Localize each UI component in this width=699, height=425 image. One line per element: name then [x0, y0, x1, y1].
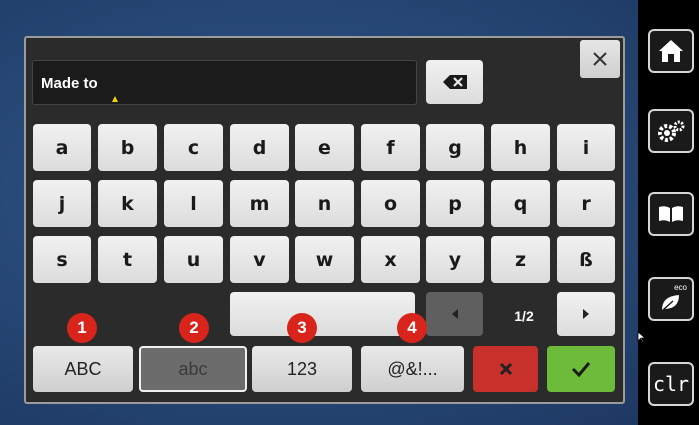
- cancel-button[interactable]: [473, 346, 538, 392]
- key-d[interactable]: d: [230, 124, 289, 171]
- settings-button[interactable]: [648, 109, 694, 153]
- clear-label: clr: [652, 372, 690, 396]
- key-w[interactable]: w: [295, 236, 354, 283]
- key-s[interactable]: s: [33, 236, 91, 283]
- badge-3: 3: [287, 313, 317, 343]
- key-u[interactable]: u: [164, 236, 223, 283]
- help-button[interactable]: [648, 192, 694, 236]
- eco-button[interactable]: eco: [648, 277, 694, 321]
- key-eszett[interactable]: ß: [557, 236, 615, 283]
- key-j[interactable]: j: [33, 180, 91, 227]
- sidebar: eco clr: [638, 0, 699, 425]
- mouse-pointer-icon: [637, 331, 646, 343]
- mode-symbols-button[interactable]: @&!...: [361, 346, 464, 392]
- arrow-right-icon: [583, 309, 589, 319]
- key-v[interactable]: v: [230, 236, 289, 283]
- home-icon: [659, 40, 683, 62]
- arrow-left-icon: [451, 309, 458, 319]
- badge-4: 4: [397, 313, 427, 343]
- next-page-button[interactable]: [557, 292, 615, 336]
- close-icon: [593, 52, 607, 66]
- key-q[interactable]: q: [491, 180, 550, 227]
- key-m[interactable]: m: [230, 180, 289, 227]
- key-p[interactable]: p: [426, 180, 484, 227]
- key-o[interactable]: o: [361, 180, 420, 227]
- key-t[interactable]: t: [98, 236, 157, 283]
- mode-lowercase-button[interactable]: abc: [139, 346, 247, 392]
- check-icon: [571, 362, 591, 377]
- key-a[interactable]: a: [33, 124, 91, 171]
- text-input[interactable]: Made to: [32, 60, 417, 105]
- backspace-button[interactable]: [426, 60, 483, 104]
- key-l[interactable]: l: [164, 180, 223, 227]
- clear-button[interactable]: clr: [648, 362, 694, 406]
- home-button[interactable]: [648, 29, 694, 73]
- key-r[interactable]: r: [557, 180, 615, 227]
- mode-numbers-button[interactable]: 123: [252, 346, 352, 392]
- badge-2: 2: [179, 313, 209, 343]
- leaf-icon: [662, 295, 679, 311]
- key-y[interactable]: y: [426, 236, 484, 283]
- badge-1: 1: [67, 313, 97, 343]
- key-k[interactable]: k: [98, 180, 157, 227]
- x-icon: [499, 362, 512, 376]
- key-n[interactable]: n: [295, 180, 354, 227]
- eco-label: eco: [674, 283, 687, 292]
- key-c[interactable]: c: [164, 124, 223, 171]
- mode-uppercase-button[interactable]: ABC: [33, 346, 133, 392]
- key-z[interactable]: z: [491, 236, 550, 283]
- gears-icon: [658, 120, 685, 142]
- close-button[interactable]: [580, 40, 620, 78]
- key-g[interactable]: g: [426, 124, 484, 171]
- book-icon: [659, 206, 683, 222]
- key-f[interactable]: f: [361, 124, 420, 171]
- text-cursor: [112, 96, 118, 102]
- key-x[interactable]: x: [361, 236, 420, 283]
- key-e[interactable]: e: [295, 124, 354, 171]
- space-key[interactable]: [230, 292, 415, 336]
- input-text: Made to: [41, 75, 98, 92]
- key-i[interactable]: i: [557, 124, 615, 171]
- page-indicator: 1/2: [514, 308, 534, 324]
- key-b[interactable]: b: [98, 124, 157, 171]
- prev-page-button[interactable]: [426, 292, 483, 336]
- key-h[interactable]: h: [491, 124, 550, 171]
- backspace-icon: [442, 75, 467, 89]
- confirm-button[interactable]: [547, 346, 615, 392]
